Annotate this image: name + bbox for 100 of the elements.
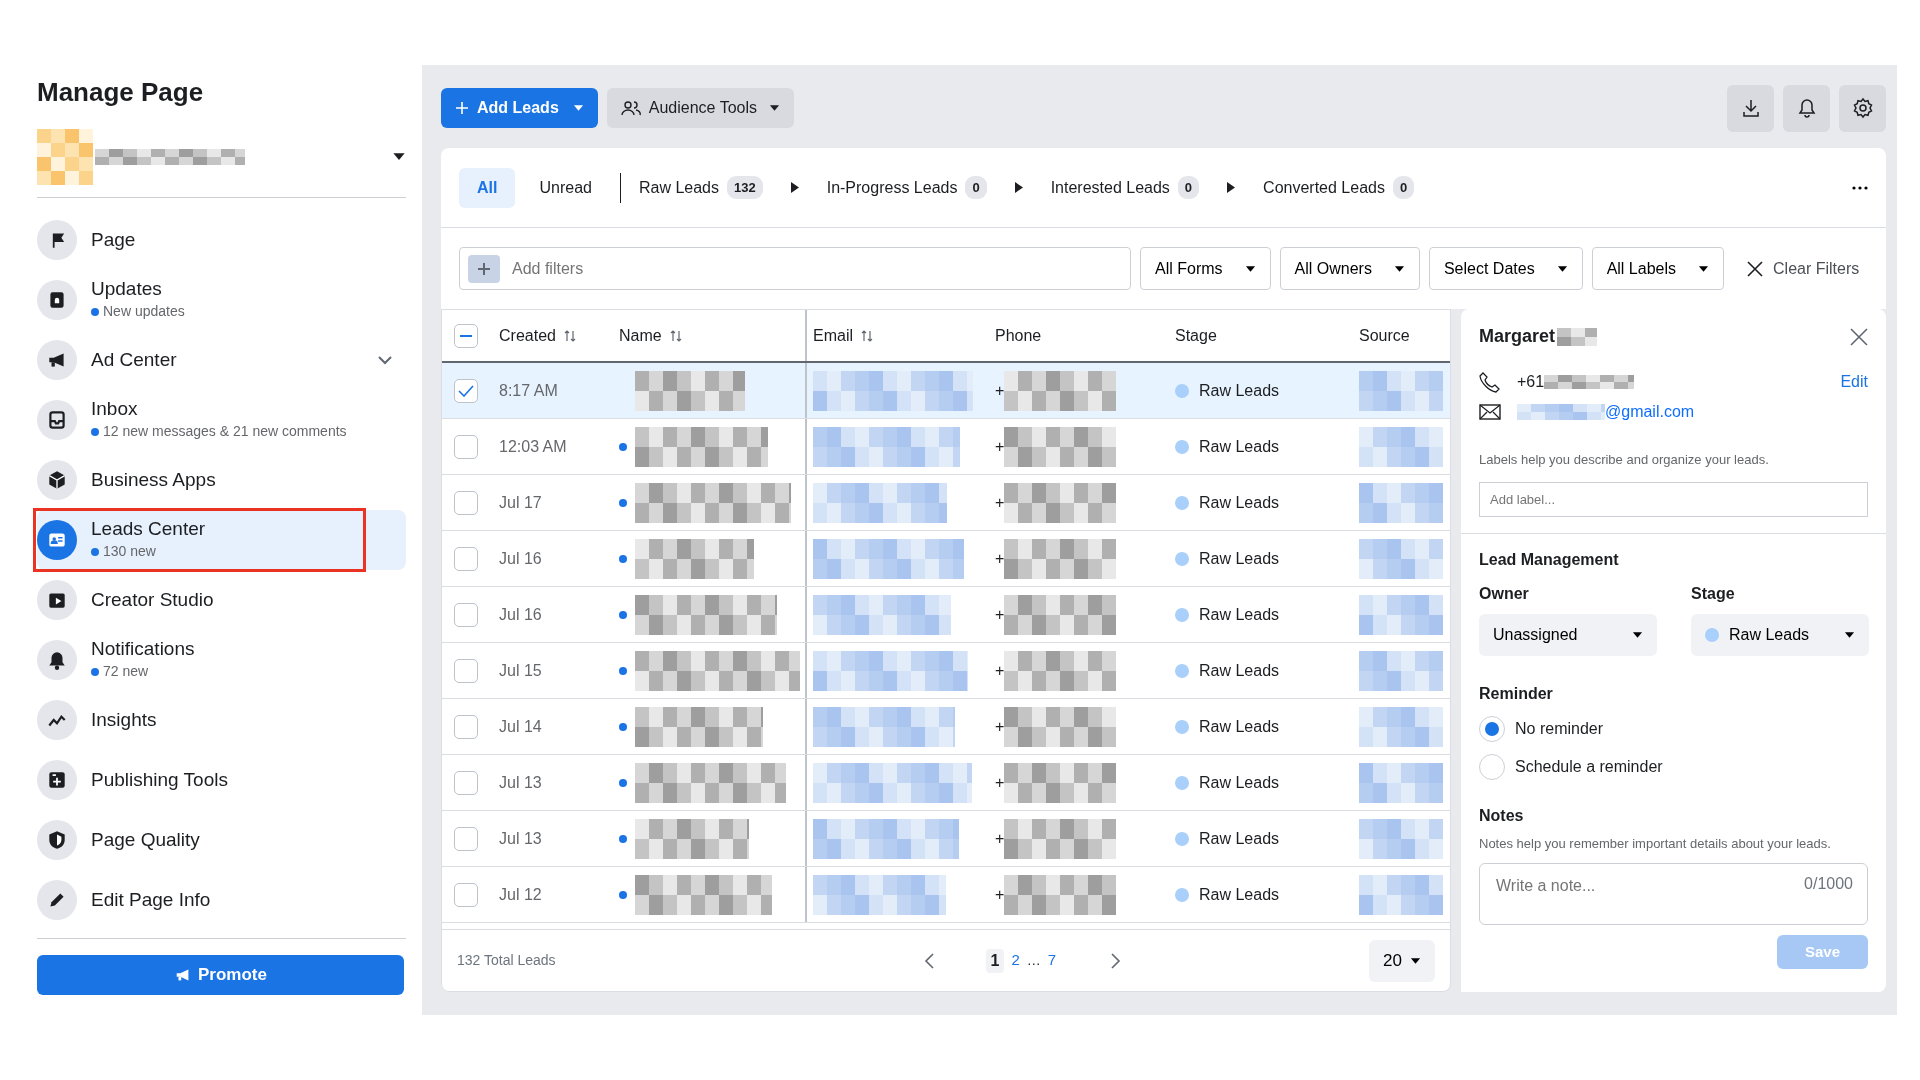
sortable-column-header[interactable]: Created — [499, 323, 576, 348]
page-link[interactable]: 7 — [1044, 949, 1060, 972]
more-icon[interactable] — [1852, 185, 1868, 190]
chevron-left-icon[interactable] — [923, 952, 934, 969]
stage-dot — [1175, 775, 1189, 790]
sidebar-item[interactable]: Creator Studio — [37, 570, 406, 631]
column-header: Stage — [1175, 325, 1217, 346]
item-label: Page — [91, 228, 137, 252]
sidebar-item[interactable]: Business Apps — [37, 450, 406, 511]
stage-dropdown[interactable]: Raw Leads — [1691, 613, 1869, 656]
radio-button[interactable] — [1479, 753, 1505, 780]
inbox-icon — [46, 409, 68, 432]
filter-tab[interactable]: All — [459, 167, 516, 208]
item-label: Notifications — [91, 638, 196, 662]
item-label: Edit Page Info — [91, 888, 212, 912]
row-checkbox[interactable] — [454, 434, 478, 459]
table-cell-text: + — [995, 492, 1005, 513]
option-label: No reminder — [1515, 718, 1604, 739]
filter-dropdown[interactable]: All Owners — [1279, 247, 1420, 290]
row-checkbox[interactable] — [454, 714, 478, 739]
add-filters-input[interactable]: Add filters — [510, 255, 1122, 282]
table-cell-text: Raw Leads — [1199, 380, 1280, 401]
email-link[interactable]: @gmail.com — [1605, 400, 1695, 424]
item-label: Insights — [91, 708, 158, 732]
settings-icon[interactable] — [1851, 97, 1874, 119]
table-cell-text: + — [995, 828, 1005, 849]
add-filters-field[interactable]: Add filters — [459, 247, 1131, 290]
unread-dot — [91, 667, 99, 676]
add-label-field[interactable]: Add label... — [1479, 481, 1868, 517]
table-cell-text: Raw Leads — [1199, 492, 1280, 513]
sidebar-item[interactable]: Inbox 12 new messages & 21 new comments — [37, 390, 406, 451]
row-checkbox[interactable] — [454, 826, 478, 851]
column-header: Source — [1359, 325, 1410, 346]
audience-tools-button[interactable]: Audience Tools — [606, 88, 795, 128]
owner-dropdown[interactable]: Unassigned — [1479, 613, 1657, 656]
row-checkbox[interactable] — [454, 546, 478, 571]
row-checkbox[interactable] — [454, 770, 478, 795]
sort-icon — [563, 329, 576, 342]
select-all-checkbox[interactable] — [454, 323, 478, 348]
sidebar-item[interactable]: Page — [37, 210, 406, 271]
table-cell-text: Raw Leads — [1199, 716, 1280, 737]
table-cell-text: Jul 12 — [499, 884, 543, 905]
redacted-block — [1557, 327, 1598, 346]
filter-tab[interactable]: Unread — [521, 167, 610, 208]
cube-icon — [46, 469, 68, 492]
filter-dropdown[interactable]: Select Dates — [1428, 247, 1583, 290]
page-link[interactable]: 1 — [985, 948, 1005, 973]
filter-tab[interactable]: Interested Leads 0 — [1042, 167, 1208, 208]
notes-hint: Notes help you remember important details about your leads. — [1479, 834, 1832, 853]
stage-dot — [1175, 439, 1189, 454]
caret-icon — [1393, 264, 1405, 273]
sidebar-item[interactable]: Insights — [37, 690, 406, 751]
sidebar-item[interactable]: Updates New updates — [37, 270, 406, 331]
sidebar-item[interactable]: Publishing Tools — [37, 750, 406, 811]
table-cell-text: + — [995, 716, 1005, 737]
add-leads-button[interactable]: Add Leads — [441, 88, 598, 128]
caret-icon — [769, 104, 781, 112]
minus-icon — [460, 334, 472, 337]
sidebar-item[interactable]: Edit Page Info — [37, 870, 406, 931]
filter-tab[interactable]: Raw Leads 132 — [630, 167, 771, 208]
play-arrow-icon — [1227, 182, 1236, 193]
clear-filters-button[interactable]: Clear Filters — [1741, 255, 1866, 282]
note-field[interactable]: Write a note... 0/1000 — [1479, 863, 1868, 925]
row-checkbox[interactable] — [454, 658, 478, 683]
caret-icon — [1244, 264, 1256, 273]
stage-dot — [1175, 887, 1189, 902]
stage-dot — [1175, 719, 1189, 734]
filter-dropdown[interactable]: All Labels — [1591, 247, 1724, 290]
item-label: Creator Studio — [91, 588, 215, 612]
row-checkbox[interactable] — [454, 882, 478, 907]
page-link[interactable]: 2 — [1008, 949, 1023, 972]
row-checkbox[interactable] — [454, 490, 478, 515]
sortable-column-header[interactable]: Email — [813, 323, 873, 348]
table-cell-text: Raw Leads — [1199, 436, 1280, 457]
sidebar-item[interactable]: Notifications 72 new — [37, 630, 406, 691]
table-cell-text: Raw Leads — [1199, 548, 1280, 569]
table-cell-text: Jul 14 — [499, 716, 543, 737]
row-checkbox[interactable] — [454, 602, 478, 627]
dropdown-caret-icon[interactable] — [392, 152, 406, 162]
table-cell-text: + — [995, 884, 1005, 905]
sidebar-item[interactable]: Ad Center — [37, 330, 406, 391]
promote-button[interactable]: Promote — [37, 955, 404, 996]
chevron-right-icon[interactable] — [1111, 952, 1122, 969]
row-checkbox[interactable] — [454, 378, 478, 403]
close-icon[interactable] — [1850, 327, 1868, 346]
radio-button[interactable] — [1479, 715, 1505, 742]
sidebar-item[interactable]: Page Quality — [37, 810, 406, 871]
table-cell-text: 8:17 AM — [499, 380, 559, 401]
sortable-column-header[interactable]: Name — [619, 323, 682, 348]
caret-icon — [572, 104, 584, 112]
page-size-dropdown[interactable]: 20 — [1369, 939, 1435, 982]
stage-dot — [1175, 831, 1189, 846]
filter-tab[interactable]: Converted Leads 0 — [1255, 167, 1423, 208]
plus-icon — [477, 261, 491, 276]
edit-link[interactable]: Edit — [1840, 370, 1868, 394]
filter-dropdown[interactable]: All Forms — [1140, 247, 1271, 290]
filter-tab[interactable]: In-Progress Leads 0 — [818, 167, 995, 208]
count-badge: 0 — [965, 175, 987, 200]
field-label: Notes — [1479, 805, 1525, 826]
chevron-down-icon[interactable] — [378, 355, 392, 365]
